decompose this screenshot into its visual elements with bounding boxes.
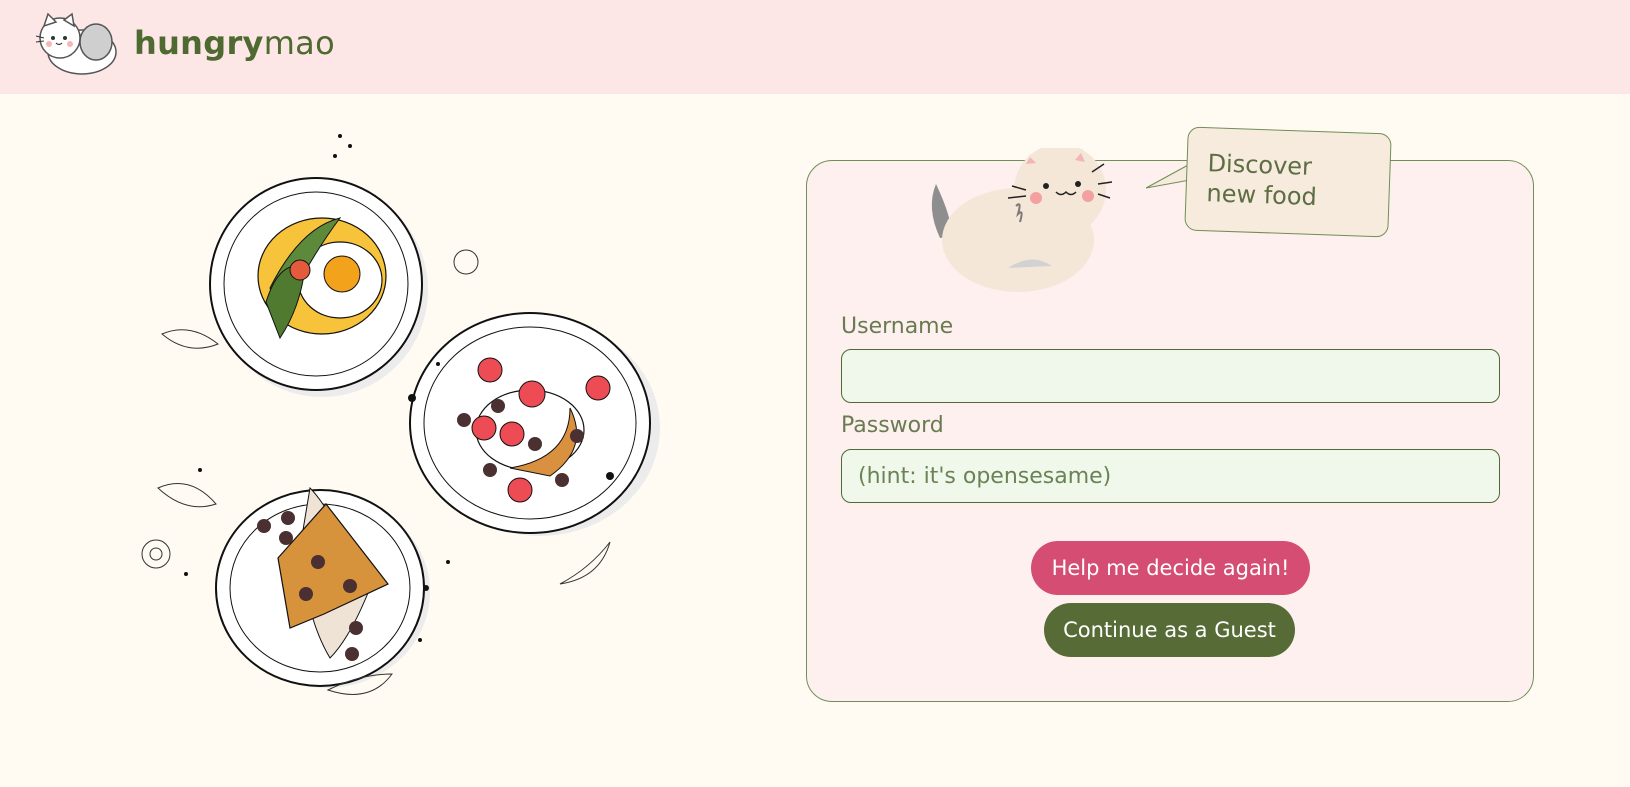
brand-name-light: mao <box>263 24 335 62</box>
speech-bubble-tail <box>1146 163 1190 189</box>
password-input[interactable] <box>841 449 1500 503</box>
username-label: Username <box>841 314 954 339</box>
speech-bubble: Discover new food <box>1184 126 1392 238</box>
top-header: hungrymao <box>0 0 1630 94</box>
username-input[interactable] <box>841 349 1500 403</box>
food-plates-illustration <box>141 134 660 695</box>
brand-logo-text[interactable]: hungrymao <box>134 24 335 62</box>
strawberry-plate <box>409 312 660 536</box>
help-me-decide-button[interactable]: Help me decide again! <box>1031 541 1310 595</box>
cat-logo-icon[interactable] <box>34 12 124 76</box>
continue-as-guest-button[interactable]: Continue as a Guest <box>1044 603 1295 657</box>
bubble-line-2: new food <box>1206 179 1318 212</box>
brand-name-bold: hungry <box>134 24 264 62</box>
waffle-plate <box>215 486 430 688</box>
egg-plate <box>209 177 428 397</box>
cat-mascot-icon <box>931 148 1113 292</box>
password-label: Password <box>841 413 944 438</box>
